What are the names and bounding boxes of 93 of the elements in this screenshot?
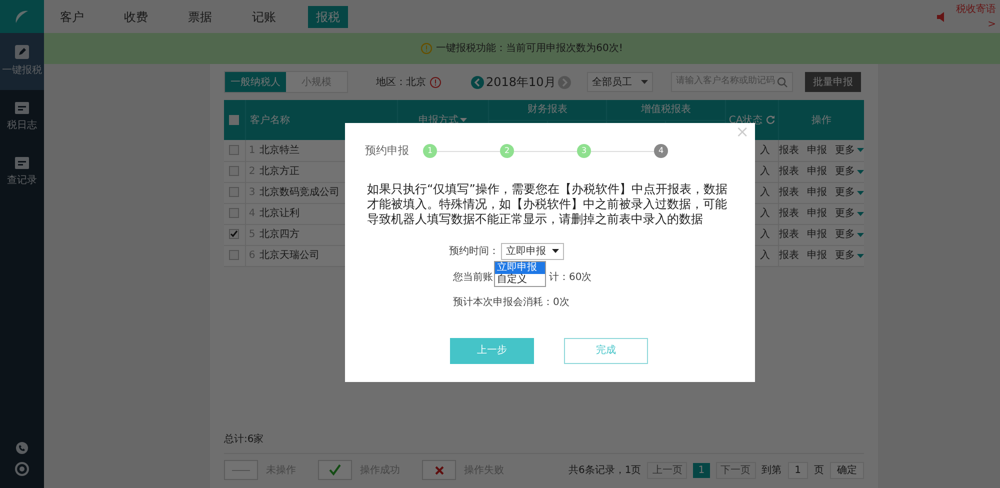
row-action-link[interactable]: 报表 [779,227,799,242]
finish-button[interactable]: 完成 [564,338,648,364]
row-action-link[interactable]: 更多 [835,164,855,179]
step-indicator: 2 [500,144,514,158]
cross-icon [434,466,444,474]
prev-page-button[interactable]: 上一页 [647,462,688,478]
page-summary: 共6条记录，1页 [568,464,642,478]
row-action-link[interactable]: 申报 [807,164,827,179]
total-count: 总计:6家 [224,434,264,445]
header-cell: 增值税报表 [606,100,726,120]
page-unit: 页 [814,464,824,478]
prev-month-icon[interactable] [471,76,484,88]
row-checkbox[interactable] [229,187,240,198]
batch-declare-button[interactable]: 批量申报 [804,72,861,92]
row-checkbox[interactable] [229,229,240,240]
nav-tab[interactable]: 客户 [52,6,92,28]
row-action-link[interactable]: 更多 [835,185,855,200]
row-checkbox[interactable] [229,145,240,156]
legend-swatch [224,460,258,480]
pencil-icon [15,45,29,59]
row-action-link[interactable]: 报表 [779,185,799,200]
info-icon[interactable] [430,76,441,88]
dropdown-option[interactable]: 自定义 [495,274,545,286]
row-action-link[interactable]: 更多 [835,142,855,158]
remaining-text-start: 您当前账 [453,270,493,284]
time-label: 预约时间： [449,244,499,258]
month-label: 2018年10月 [486,74,556,91]
row-action-link[interactable]: 申报 [807,248,827,263]
page-button[interactable]: 1 [693,462,710,478]
news-title[interactable]: 税收寄语 [956,2,996,16]
row-action-link[interactable]: 报表 [779,164,799,179]
row-action-link[interactable]: 申报 [807,142,827,158]
customer-name: 北京天瑞公司 [259,250,320,261]
sidebar-item[interactable]: 一键报税 [0,33,44,90]
customer-name: 北京数码竞成公司 [259,187,340,198]
confirm-button[interactable]: 确定 [830,462,864,478]
consume-text: 预计本次申报会消耗：0次 [453,296,570,310]
row-action-link[interactable]: 更多 [835,248,855,263]
warning-icon [421,43,432,54]
customer-name: 北京特兰 [259,144,300,156]
header-cell: 财务报表 [488,100,607,120]
row-action-link[interactable]: 报表 [779,142,799,158]
modal-title: 预约申报 [365,143,409,159]
nav-tab[interactable]: 收费 [116,6,156,28]
nav-tab[interactable]: 记账 [244,6,284,28]
row-checkbox[interactable] [229,166,240,176]
row-action-link[interactable]: 申报 [807,185,827,200]
check-icon [329,464,341,476]
time-select[interactable]: 立即申报 [501,242,564,260]
customer-name: 北京四方 [259,229,300,240]
caret-icon [857,148,864,152]
step-indicator: 4 [654,144,668,158]
customer-name: 北京让利 [259,208,300,219]
card-icon [15,102,29,114]
caret-icon [857,254,864,258]
caret-icon [552,249,559,253]
previous-step-button[interactable]: 上一步 [450,338,534,364]
caret-icon [857,190,864,194]
row-action-link[interactable]: 申报 [807,227,827,242]
row-action-link[interactable]: 报表 [779,206,799,221]
region-label: 地区：北京 [376,76,426,90]
caret-icon [640,80,648,84]
remaining-text-end: 计：60次 [549,270,592,284]
dropdown-option[interactable]: 立即申报 [495,262,545,274]
row-action-link[interactable]: 更多 [835,206,855,221]
notice-text: 一键报税功能：当前可用申报次数为60次! [436,42,623,56]
more-link[interactable]: > [988,16,996,32]
row-action-link[interactable]: 报表 [779,248,799,263]
refresh-icon[interactable] [766,115,775,124]
select-all-checkbox[interactable] [229,114,240,125]
next-month-icon[interactable] [558,76,571,88]
card-icon [15,157,29,169]
row-checkbox[interactable] [229,208,240,218]
step-indicator: 1 [423,144,437,158]
phone-icon[interactable] [16,442,28,454]
nav-tab[interactable]: 票据 [180,6,220,28]
row-action-link[interactable]: 申报 [807,206,827,221]
step-indicator: 3 [577,144,591,158]
caret-icon [857,232,864,236]
taxpayer-tab[interactable]: 一般纳税人 [225,72,286,92]
goto-label: 到第 [762,464,782,478]
caret-icon [857,212,864,216]
page-input[interactable]: 1 [788,462,808,478]
nav-tab[interactable]: 报税 [308,6,348,28]
next-page-button[interactable]: 下一页 [716,462,756,478]
search-icon [776,76,788,88]
caret-icon [857,170,864,174]
row-action-link[interactable]: 更多 [835,227,855,242]
staff-select[interactable]: 全部员工 [586,72,653,92]
support-icon[interactable] [15,462,29,476]
customer-name: 北京方正 [259,166,300,177]
row-checkbox[interactable] [229,250,240,260]
header-cell: 操作 [778,100,864,140]
